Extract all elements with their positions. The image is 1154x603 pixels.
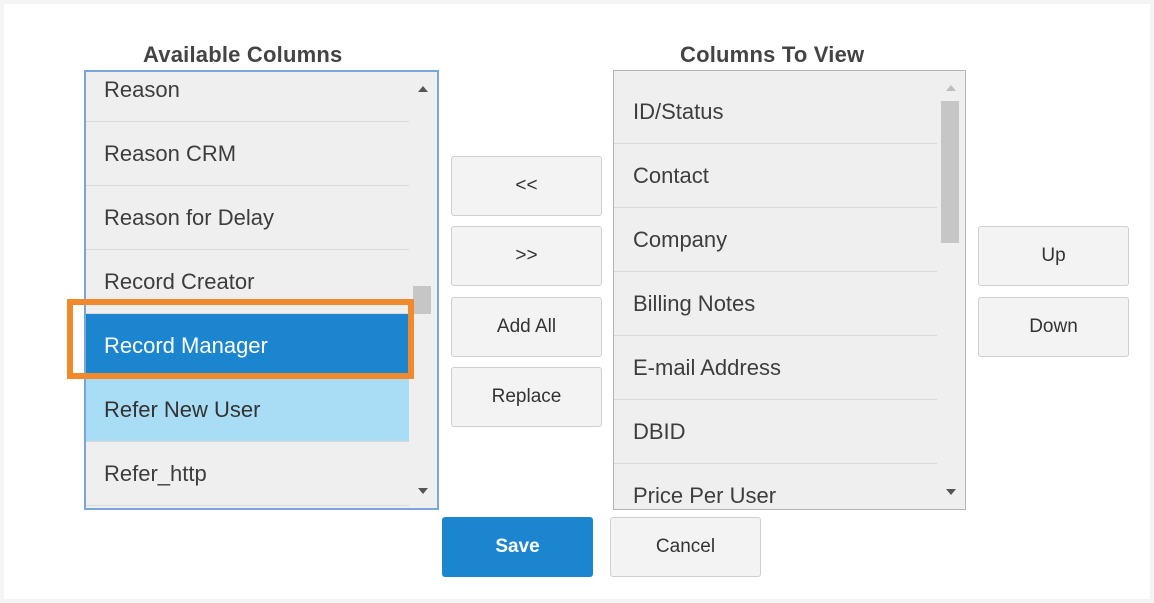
scrollbar-thumb[interactable]: [413, 286, 431, 314]
list-item-selected[interactable]: Record Manager: [86, 314, 409, 378]
add-all-button[interactable]: Add All: [451, 297, 602, 357]
columns-to-view-scrollbar[interactable]: [937, 71, 965, 509]
add-column-button[interactable]: >>: [451, 226, 602, 286]
list-item[interactable]: Refer_http: [86, 442, 409, 506]
list-item[interactable]: Reason: [86, 72, 409, 122]
scroll-down-arrow-icon[interactable]: [946, 489, 956, 495]
available-columns-scrollbar[interactable]: [409, 72, 437, 508]
list-item[interactable]: Price Per User: [614, 464, 937, 509]
list-item[interactable]: Billing Notes: [614, 272, 937, 336]
list-item[interactable]: DBID: [614, 400, 937, 464]
list-item[interactable]: Record Creator: [86, 250, 409, 314]
columns-to-view-items: ID/Status Contact Company Billing Notes …: [614, 80, 937, 509]
available-columns-items: Reason Reason CRM Reason for Delay Recor…: [86, 72, 409, 506]
columns-to-view-title: Columns To View: [680, 42, 865, 67]
available-columns-list[interactable]: Reason Reason CRM Reason for Delay Recor…: [84, 70, 439, 510]
list-item[interactable]: Contact: [614, 144, 937, 208]
scroll-up-arrow-icon[interactable]: [946, 85, 956, 91]
replace-button[interactable]: Replace: [451, 367, 602, 427]
scroll-down-arrow-icon[interactable]: [418, 488, 428, 494]
list-item[interactable]: ID/Status: [614, 80, 937, 144]
list-item[interactable]: E-mail Address: [614, 336, 937, 400]
remove-column-button[interactable]: <<: [451, 156, 602, 216]
list-item[interactable]: Reason for Delay: [86, 186, 409, 250]
list-item[interactable]: Company: [614, 208, 937, 272]
scrollbar-thumb[interactable]: [941, 101, 959, 243]
available-columns-title: Available Columns: [143, 42, 343, 67]
list-item[interactable]: Reason CRM: [86, 122, 409, 186]
scroll-up-arrow-icon[interactable]: [418, 86, 428, 92]
columns-to-view-list[interactable]: ID/Status Contact Company Billing Notes …: [613, 70, 966, 510]
save-button[interactable]: Save: [442, 517, 593, 577]
move-up-button[interactable]: Up: [978, 226, 1129, 286]
move-down-button[interactable]: Down: [978, 297, 1129, 357]
list-item-hover[interactable]: Refer New User: [86, 378, 409, 442]
cancel-button[interactable]: Cancel: [610, 517, 761, 577]
